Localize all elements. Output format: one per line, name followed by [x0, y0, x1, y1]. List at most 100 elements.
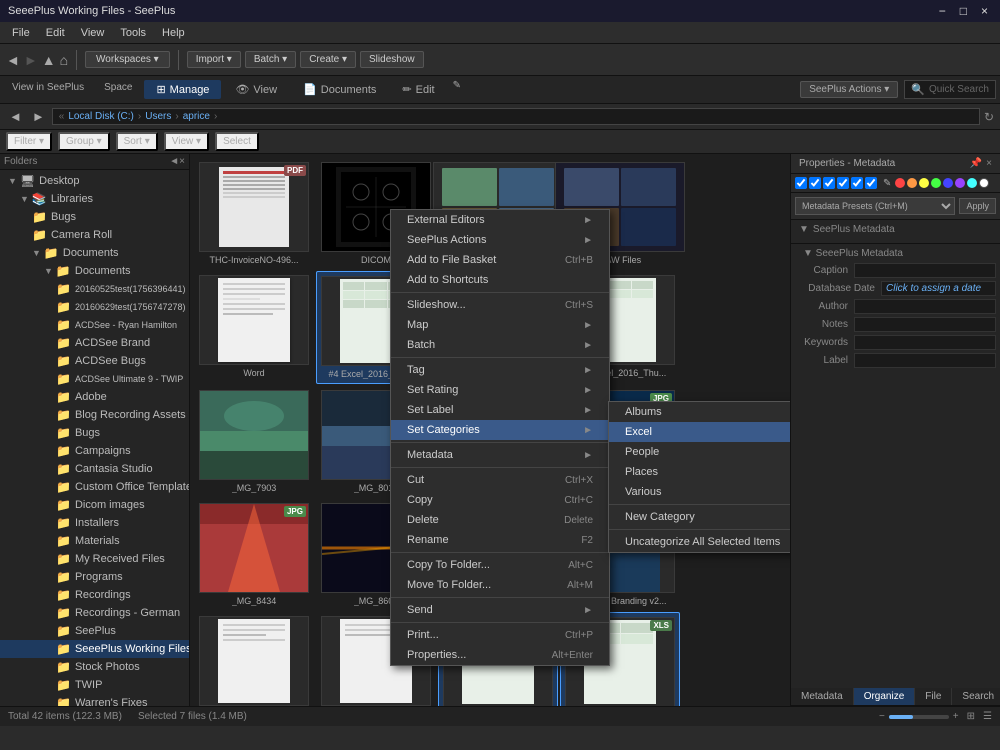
- menu-file[interactable]: File: [4, 25, 38, 41]
- sidebar-item-twip[interactable]: 📁 TWIP: [0, 676, 189, 694]
- menu-edit[interactable]: Edit: [38, 25, 73, 41]
- sidebar-item-acdSee-bugs[interactable]: 📁 ACDSee Bugs: [0, 352, 189, 370]
- select-btn[interactable]: Select: [215, 132, 259, 151]
- field-author-input[interactable]: [854, 299, 996, 314]
- field-keywords-input[interactable]: [854, 335, 996, 350]
- ctx-add-basket[interactable]: Add to File Basket Ctrl+B: [391, 250, 609, 270]
- field-label-input[interactable]: [854, 353, 996, 368]
- sidebar-item-desktop[interactable]: ▼ 🖥 Desktop: [0, 172, 189, 190]
- ctx-metadata[interactable]: Metadata ►: [391, 445, 609, 465]
- color-dot-green[interactable]: [931, 178, 941, 188]
- sidebar-item-acdSee-brand[interactable]: 📁 ACDSee Brand: [0, 334, 189, 352]
- sidebar-item-cantasia[interactable]: 📁 Cantasia Studio: [0, 460, 189, 478]
- addr-forward-btn[interactable]: ►: [29, 109, 48, 124]
- collapse-arrow[interactable]: ▼: [799, 224, 809, 235]
- ctx-cut[interactable]: Cut Ctrl+X: [391, 470, 609, 490]
- sidebar-item-campaigns[interactable]: 📁 Campaigns: [0, 442, 189, 460]
- rp-tab-file[interactable]: File: [915, 688, 952, 705]
- ctx-tag[interactable]: Tag ►: [391, 360, 609, 380]
- sidebar-close-btn[interactable]: ×: [179, 156, 185, 167]
- color-dot-red[interactable]: [895, 178, 905, 188]
- sidebar-item-my-received[interactable]: 📁 My Received Files: [0, 550, 189, 568]
- menu-view[interactable]: View: [73, 25, 113, 41]
- ctx-print[interactable]: Print... Ctrl+P: [391, 625, 609, 645]
- ctx-cat-people[interactable]: People: [609, 442, 790, 462]
- close-button[interactable]: ×: [977, 4, 992, 18]
- sidebar-item-documents2[interactable]: ▼ 📁 Documents: [0, 262, 189, 280]
- sidebar-item-acdSee-ryan[interactable]: 📁 ACDSee - Ryan Hamilton: [0, 316, 189, 334]
- ctx-send[interactable]: Send ►: [391, 600, 609, 620]
- color-dot-orange[interactable]: [907, 178, 917, 188]
- menu-help[interactable]: Help: [154, 25, 193, 41]
- field-dbdate-value[interactable]: Click to assign a date: [881, 281, 996, 296]
- thumb-word[interactable]: Word: [194, 271, 314, 384]
- import-button[interactable]: Import ▾: [187, 51, 241, 68]
- back-button[interactable]: ◄: [6, 52, 20, 68]
- rp-tab-organize[interactable]: Organize: [854, 688, 916, 705]
- color-dot-cyan[interactable]: [967, 178, 977, 188]
- create-button[interactable]: Create ▾: [300, 51, 356, 68]
- ctx-copy[interactable]: Copy Ctrl+C: [391, 490, 609, 510]
- view-in-seeplus-btn[interactable]: View in SeePlus: [4, 80, 92, 99]
- sidebar-item-bugs2[interactable]: 📁 Bugs: [0, 424, 189, 442]
- zoom-out-btn[interactable]: −: [879, 711, 885, 722]
- ctx-external-editors[interactable]: External Editors ►: [391, 210, 609, 230]
- sidebar-item-seeplus[interactable]: 📁 SeePlus: [0, 622, 189, 640]
- ctx-set-categories[interactable]: Set Categories ►: [391, 420, 609, 440]
- cb4[interactable]: [837, 177, 849, 189]
- rp-tab-search[interactable]: Search: [952, 688, 1000, 705]
- ctx-slideshow[interactable]: Slideshow... Ctrl+S: [391, 295, 609, 315]
- sidebar-item-custom-office[interactable]: 📁 Custom Office Templates: [0, 478, 189, 496]
- maximize-button[interactable]: □: [956, 4, 971, 18]
- sidebar-item-materials[interactable]: 📁 Materials: [0, 532, 189, 550]
- tab-documents[interactable]: 📄 Documents: [291, 80, 388, 99]
- sidebar-item-bugs[interactable]: 📁 Bugs: [0, 208, 189, 226]
- sidebar-item-warrens[interactable]: 📁 Warren's Fixes: [0, 694, 189, 706]
- ctx-move-to[interactable]: Move To Folder... Alt+M: [391, 575, 609, 595]
- forward-button[interactable]: ►: [24, 52, 38, 68]
- sidebar-item-seeplus-working[interactable]: 📁 SeeePlus Working Files: [0, 640, 189, 658]
- group-btn[interactable]: Group ▾: [58, 132, 110, 151]
- home-button[interactable]: ⌂: [60, 52, 68, 68]
- ctx-map[interactable]: Map ►: [391, 315, 609, 335]
- ctx-copy-to[interactable]: Copy To Folder... Alt+C: [391, 555, 609, 575]
- ctx-cat-excel[interactable]: Excel: [609, 422, 790, 442]
- sidebar-item-documents[interactable]: ▼ 📁 Documents: [0, 244, 189, 262]
- sidebar-item-camera-roll[interactable]: 📁 Camera Roll: [0, 226, 189, 244]
- quick-search-box[interactable]: 🔍 Quick Search: [904, 80, 996, 99]
- view-mode-btn[interactable]: ⊞: [967, 711, 975, 722]
- ctx-cat-uncategorize[interactable]: Uncategorize All Selected Items: [609, 532, 790, 552]
- path-aprice[interactable]: aprice: [183, 111, 210, 122]
- thumb-mg8434[interactable]: JPG _MG_8434: [194, 499, 314, 610]
- minimize-button[interactable]: −: [935, 4, 950, 18]
- ctx-properties[interactable]: Properties... Alt+Enter: [391, 645, 609, 665]
- field-caption-input[interactable]: [854, 263, 996, 278]
- ctx-cat-new[interactable]: New Category: [609, 507, 790, 527]
- color-dot-purple[interactable]: [955, 178, 965, 188]
- ctx-set-label[interactable]: Set Label ►: [391, 400, 609, 420]
- workspaces-button[interactable]: Workspaces ▾: [85, 51, 170, 68]
- sidebar-item-adobe[interactable]: 📁 Adobe: [0, 388, 189, 406]
- panel-pin-btn[interactable]: 📌: [970, 158, 982, 169]
- slideshow-button[interactable]: Slideshow: [360, 51, 424, 68]
- addr-back-btn[interactable]: ◄: [6, 109, 25, 124]
- rp-tab-metadata[interactable]: Metadata: [791, 688, 854, 705]
- thumb-thc-invoice[interactable]: PDF THC-InvoiceNO-496...: [194, 158, 314, 269]
- ctx-add-shortcuts[interactable]: Add to Shortcuts: [391, 270, 609, 290]
- color-dot-yellow[interactable]: [919, 178, 929, 188]
- sidebar-item-20160629[interactable]: 📁 20160629test(1756747278): [0, 298, 189, 316]
- cb6[interactable]: [865, 177, 877, 189]
- tab-manage[interactable]: ⊞ Manage: [144, 80, 221, 99]
- tab-view[interactable]: 👁 View: [223, 80, 289, 99]
- path-localdisk[interactable]: Local Disk (C:): [68, 111, 134, 122]
- sidebar-item-acdSee-ultimate[interactable]: 📁 ACDSee Ultimate 9 - TWIP: [0, 370, 189, 388]
- sidebar-item-libraries[interactable]: ▼ 📚 Libraries: [0, 190, 189, 208]
- sidebar-item-programs[interactable]: 📁 Programs: [0, 568, 189, 586]
- edit-icon-btn[interactable]: ✎: [453, 80, 461, 99]
- color-dot-blue[interactable]: [943, 178, 953, 188]
- thumb-mg7903[interactable]: _MG_7903: [194, 386, 314, 497]
- cb1[interactable]: [795, 177, 807, 189]
- menu-tools[interactable]: Tools: [112, 25, 154, 41]
- filter-btn[interactable]: Filter ▾: [6, 132, 52, 151]
- ctx-delete[interactable]: Delete Delete: [391, 510, 609, 530]
